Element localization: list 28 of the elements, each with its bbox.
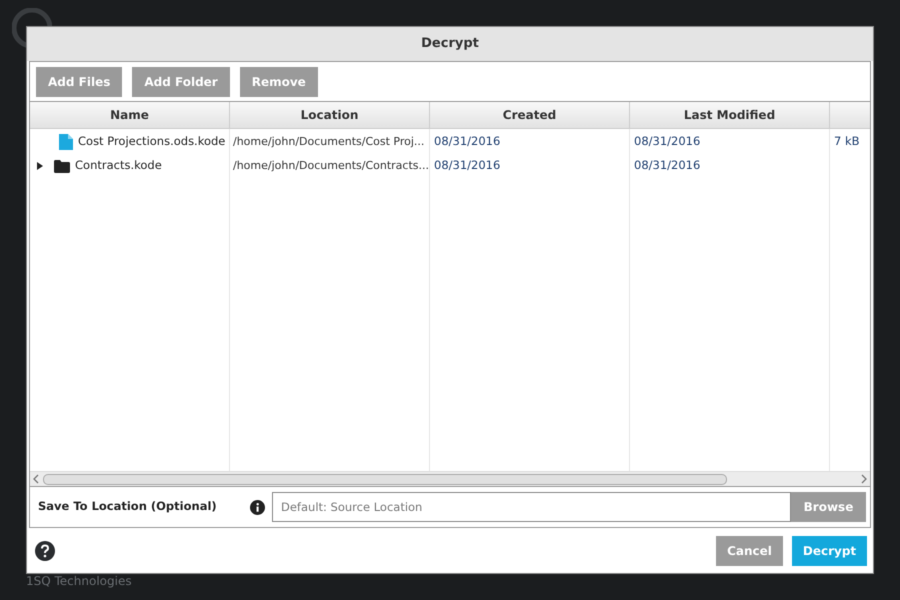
scroll-right-icon[interactable]	[860, 474, 868, 484]
column-header[interactable]: Name	[30, 102, 230, 128]
column-header[interactable]: Created	[430, 102, 630, 128]
info-icon[interactable]	[250, 500, 265, 514]
table-row[interactable]: Cost Projections.ods.kode /home/john/Documents/Cost Proj... 08/31/2016 08/31/2016 7 kB	[30, 130, 870, 154]
file-name: Cost Projections.ods.kode	[78, 133, 226, 150]
file-icon	[59, 134, 73, 150]
horizontal-scrollbar[interactable]	[30, 471, 870, 486]
save-location-field[interactable]: Default: Source Location	[272, 492, 791, 522]
modified-date: 08/31/2016	[634, 158, 700, 172]
column-header[interactable]: Location	[230, 102, 430, 128]
created-date: 08/31/2016	[434, 158, 500, 172]
help-icon[interactable]	[35, 540, 55, 560]
expand-arrow-icon[interactable]	[36, 162, 44, 170]
file-size: 7 kB	[834, 134, 860, 148]
file-location: /home/john/Documents/Cost Proj...	[233, 135, 424, 148]
modified-date: 08/31/2016	[634, 134, 700, 148]
created-date: 08/31/2016	[434, 134, 500, 148]
company-name: 1SQ Technologies	[26, 573, 132, 590]
save-location-label: Save To Location (Optional)	[38, 498, 218, 516]
scroll-left-icon[interactable]	[32, 474, 40, 484]
folder-icon	[54, 160, 70, 172]
table-row[interactable]: Contracts.kode /home/john/Documents/Contracts... 08/31/2016 08/31/2016	[30, 154, 870, 178]
column-header[interactable]: Last Modified	[630, 102, 830, 128]
scrollbar-thumb[interactable]	[43, 474, 727, 484]
dialog-title: Decrypt	[27, 27, 873, 61]
file-name: Contracts.kode	[75, 157, 162, 174]
file-location: /home/john/Documents/Contracts...	[233, 159, 429, 172]
